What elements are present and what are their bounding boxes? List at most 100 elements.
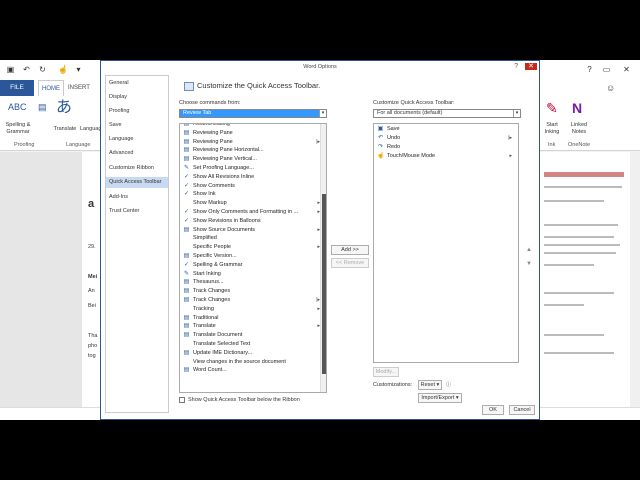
qat-item[interactable]: ↶ Undo |▸ (374, 134, 518, 143)
ribbon-display-icon[interactable]: ▭ (602, 65, 611, 74)
qat-item[interactable]: ▣ Save (374, 125, 518, 134)
group-onenote: OneNote (568, 142, 591, 148)
close-icon[interactable]: ✕ (622, 65, 631, 74)
nav-save[interactable]: Save (106, 120, 168, 131)
command-item[interactable]: ✓ Show All Revisions Inline (180, 173, 326, 182)
command-item[interactable]: View changes in the source document (180, 358, 326, 367)
save-icon[interactable]: ▣ (6, 65, 15, 74)
thesaurus-icon[interactable]: ▤ (38, 99, 47, 115)
customize-qat-select[interactable]: For all documents (default) ▾ (373, 109, 521, 118)
undo-icon[interactable]: ↶ (22, 65, 31, 74)
nav-customize-ribbon[interactable]: Customize Ribbon (106, 163, 168, 174)
spelling-grammar-label: Spelling & Grammar (5, 122, 31, 135)
command-item[interactable]: ▤ Specific Version... (180, 252, 326, 261)
command-item[interactable]: ✓ Show Revisions in Balloons (180, 217, 326, 226)
ok-button[interactable]: OK (482, 405, 504, 415)
command-item[interactable]: ▤ Word Count... (180, 366, 326, 375)
chevron-down-icon[interactable]: ▾ (513, 110, 520, 117)
command-item[interactable]: ▤ Track Changes |▸ (180, 296, 326, 305)
command-item[interactable]: ▤ Reviewing Pane Vertical... (180, 155, 326, 164)
command-item[interactable]: ▤ Update IME Dictionary... (180, 349, 326, 358)
qat-item[interactable]: ☝ Touch/Mouse Mode ▸ (374, 152, 518, 161)
command-item-icon (183, 306, 190, 313)
nav-display[interactable]: Display (106, 92, 168, 103)
quick-access-toolbar-list[interactable]: ▣ Save ↶ Undo |▸ ↷ Redo ☝ Touch/Mouse Mode ▸ (373, 123, 519, 363)
doc-fragment: tog (88, 353, 96, 359)
command-item[interactable]: ▤ Translate Document (180, 331, 326, 340)
start-inking-label: Start Inking (544, 122, 560, 135)
submenu-arrow-icon: |▸ (508, 135, 512, 141)
command-item-label: Translate Document (193, 332, 243, 339)
nav-language[interactable]: Language (106, 134, 168, 145)
nav-quick-access-toolbar[interactable]: Quick Access Toolbar (106, 177, 168, 188)
command-item[interactable]: ✎ Set Proofing Language... (180, 164, 326, 173)
pane-line (544, 252, 616, 254)
import-export-button[interactable]: Import/Export ▾ (418, 393, 462, 403)
nav-trust-center[interactable]: Trust Center (106, 206, 168, 217)
window-scrollbar[interactable] (630, 152, 640, 407)
doc-fragment: 29. (88, 244, 96, 250)
start-inking-icon[interactable]: ✎ (546, 100, 558, 116)
command-item[interactable]: ▤ Reviewing Pane (180, 129, 326, 138)
command-item-icon: ▤ (183, 138, 190, 145)
command-item[interactable]: ▤ Reviewing Pane Horizontal... (180, 146, 326, 155)
customize-icon[interactable]: ▾ (74, 65, 83, 74)
command-item[interactable]: ▤ Show Source Documents ▸ (180, 226, 326, 235)
command-item[interactable]: ✎ Start Inking (180, 270, 326, 279)
options-content: Customize the Quick Access Toolbar. Choo… (172, 75, 538, 415)
command-item[interactable]: ▤ Thesaurus... (180, 278, 326, 287)
modify-button[interactable]: Modify... (373, 367, 399, 377)
command-item-label: Specific People (193, 244, 231, 251)
choose-commands-select[interactable]: Review Tab ▾ (179, 109, 327, 118)
nav-general[interactable]: General (106, 78, 168, 89)
add-button[interactable]: Add >> (331, 245, 369, 255)
command-item[interactable]: ▤ Track Changes (180, 287, 326, 296)
cancel-button[interactable]: Cancel (509, 405, 535, 415)
show-below-ribbon-checkbox[interactable] (179, 397, 185, 403)
tab-file[interactable]: FILE (0, 80, 34, 96)
qat-item[interactable]: ↷ Redo (374, 143, 518, 152)
command-item[interactable]: Simplified (180, 234, 326, 243)
command-item-icon: ▤ (183, 323, 190, 330)
translate-icon[interactable]: あ (56, 100, 72, 116)
touch-mode-icon[interactable]: ☝ (58, 65, 68, 74)
dialog-window-buttons: ? ✕ (514, 62, 537, 71)
tab-insert[interactable]: INSERT (68, 80, 90, 96)
command-item[interactable]: Specific People ▸ (180, 243, 326, 252)
command-item[interactable]: ✓ Show Comments (180, 182, 326, 191)
close-icon[interactable]: ✕ (525, 63, 537, 70)
dialog-title: Word Options (101, 61, 539, 73)
command-item-label: Reviewing Pane Horizontal... (193, 147, 264, 154)
command-item[interactable]: ✓ Show Ink (180, 190, 326, 199)
move-down-icon[interactable]: ▼ (526, 261, 532, 267)
nav-proofing[interactable]: Proofing (106, 106, 168, 117)
user-avatar-icon[interactable]: ☺ (606, 84, 615, 93)
command-item[interactable]: ▤ Translate ▸ (180, 322, 326, 331)
spelling-icon[interactable]: ABC (8, 99, 27, 115)
command-item[interactable]: Translate Selected Text (180, 340, 326, 349)
command-item[interactable]: ✓ Show Only Comments and Formatting in ..… (180, 208, 326, 217)
nav-add-ins[interactable]: Add-Ins (106, 192, 168, 203)
command-item[interactable]: Show Markup ▸ (180, 199, 326, 208)
redo-icon[interactable]: ↻ (38, 65, 47, 74)
commands-list[interactable]: ▤ Restrict Editing ▤ Reviewing Pane ▤ Reviewi… (179, 123, 327, 393)
tab-home[interactable]: HOME (38, 80, 64, 96)
reset-button[interactable]: Reset ▾ (418, 380, 442, 390)
pane-line (544, 244, 620, 246)
remove-button[interactable]: << Remove (331, 258, 369, 268)
group-proofing: Proofing (14, 142, 35, 148)
command-item-label: Start Inking (193, 270, 221, 277)
command-item[interactable]: Tracking ▸ (180, 305, 326, 314)
command-item[interactable]: ✓ Spelling & Grammar (180, 261, 326, 270)
chevron-down-icon[interactable]: ▾ (319, 110, 326, 117)
help-icon[interactable]: ? (514, 63, 525, 70)
help-icon[interactable]: ? (585, 65, 594, 74)
nav-advanced[interactable]: Advanced (106, 148, 168, 159)
move-up-icon[interactable]: ▲ (526, 247, 532, 253)
command-item-icon: ✓ (183, 261, 190, 268)
command-item[interactable]: ▤ Reviewing Pane |▸ (180, 138, 326, 147)
onenote-icon[interactable]: N (572, 100, 582, 116)
doc-fragment: An (88, 288, 95, 294)
pane-line (544, 264, 594, 266)
command-item[interactable]: ▤ Traditional (180, 314, 326, 323)
